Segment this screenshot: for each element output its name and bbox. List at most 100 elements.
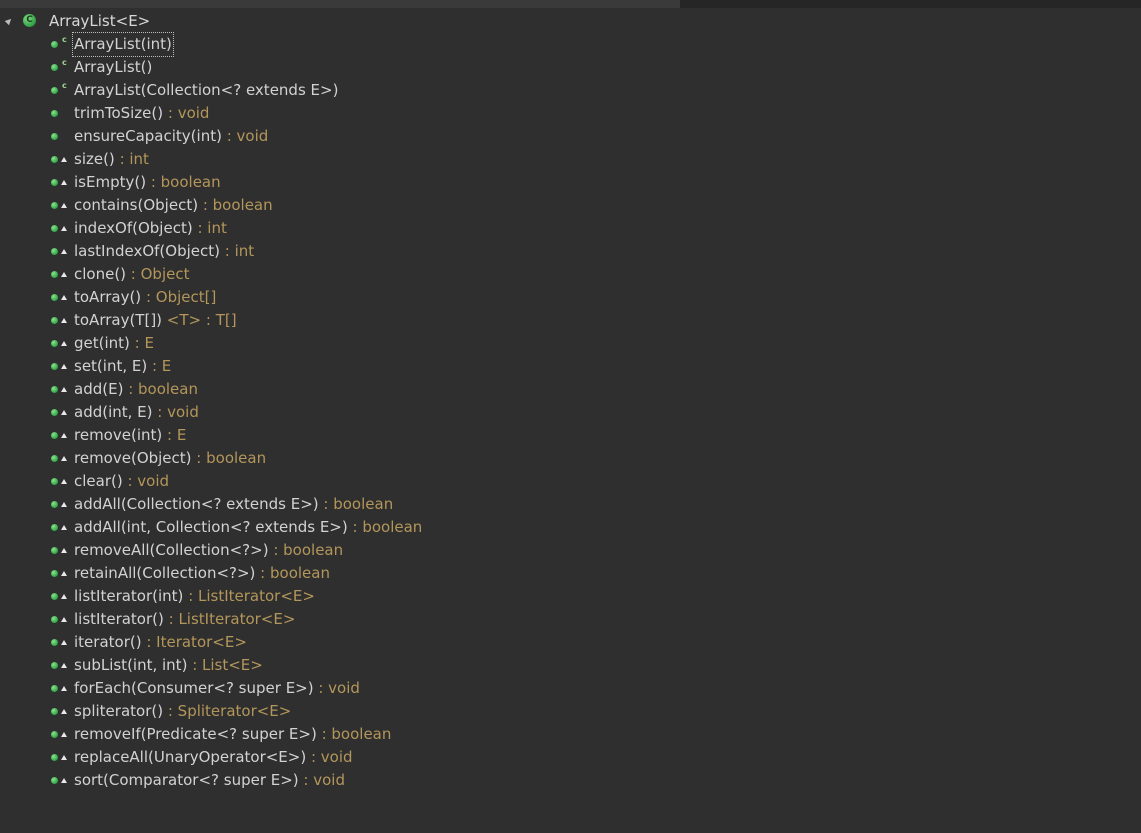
member-name: retainAll(Collection<?>) <box>74 564 256 582</box>
member-signature: spliterator() : Spliterator<E> <box>74 700 291 723</box>
outline-member-row[interactable]: addAll(Collection<? extends E>) : boolea… <box>0 493 1141 516</box>
outline-member-row[interactable]: sort(Comparator<? super E>) : void <box>0 769 1141 792</box>
outline-member-row[interactable]: listIterator() : ListIterator<E> <box>0 608 1141 631</box>
member-return-type: : boolean <box>191 449 267 467</box>
override-marker-icon <box>61 685 68 692</box>
outline-member-row[interactable]: indexOf(Object) : int <box>0 217 1141 240</box>
public-member-icon <box>51 156 58 163</box>
outline-member-row[interactable]: remove(int) : E <box>0 424 1141 447</box>
public-member-icon <box>51 547 58 554</box>
override-marker-icon <box>61 708 68 715</box>
member-signature: get(int) : E <box>74 332 154 355</box>
outline-root-class[interactable]: C ArrayList<E> <box>0 10 1141 33</box>
member-signature: listIterator() : ListIterator<E> <box>74 608 295 631</box>
public-member-icon <box>51 432 58 439</box>
outline-member-row[interactable]: trimToSize() : void <box>0 102 1141 125</box>
member-name: forEach(Consumer<? super E>) <box>74 679 314 697</box>
public-member-icon <box>51 685 58 692</box>
outline-member-row[interactable]: get(int) : E <box>0 332 1141 355</box>
outline-member-row[interactable]: addAll(int, Collection<? extends E>) : b… <box>0 516 1141 539</box>
member-signature: ArrayList(int) <box>72 32 174 57</box>
member-name: iterator() <box>74 633 142 651</box>
outline-member-row[interactable]: toArray() : Object[] <box>0 286 1141 309</box>
public-member-icon <box>51 248 58 255</box>
member-name: lastIndexOf(Object) <box>74 242 220 260</box>
member-signature: remove(int) : E <box>74 424 186 447</box>
public-member-icon <box>51 110 58 117</box>
member-name: isEmpty() <box>74 173 147 191</box>
override-marker-icon <box>61 156 68 163</box>
member-signature: set(int, E) : E <box>74 355 171 378</box>
outline-member-row[interactable]: c ArrayList(Collection<? extends E>) <box>0 79 1141 102</box>
outline-member-row[interactable]: clear() : void <box>0 470 1141 493</box>
member-name: set(int, E) <box>74 357 148 375</box>
outline-member-row[interactable]: toArray(T[]) <T> : T[] <box>0 309 1141 332</box>
override-marker-icon <box>61 547 68 554</box>
public-member-icon <box>51 662 58 669</box>
outline-member-row[interactable]: subList(int, int) : List<E> <box>0 654 1141 677</box>
outline-member-row[interactable]: contains(Object) : boolean <box>0 194 1141 217</box>
outline-member-row[interactable]: add(int, E) : void <box>0 401 1141 424</box>
member-signature: removeIf(Predicate<? super E>) : boolean <box>74 723 391 746</box>
member-name: ensureCapacity(int) <box>74 127 222 145</box>
outline-member-row[interactable]: set(int, E) : E <box>0 355 1141 378</box>
override-marker-icon <box>61 616 68 623</box>
member-name: toArray(T[]) <box>74 311 163 329</box>
public-member-icon <box>51 455 58 462</box>
outline-member-row[interactable]: clone() : Object <box>0 263 1141 286</box>
outline-member-row[interactable]: c ArrayList(int) <box>0 32 1141 57</box>
member-return-type: : int <box>114 150 149 168</box>
member-signature: ArrayList() <box>74 56 152 79</box>
outline-member-row[interactable]: replaceAll(UnaryOperator<E>) : void <box>0 746 1141 769</box>
override-marker-icon <box>61 409 68 416</box>
member-return-type: : boolean <box>198 196 273 214</box>
member-name: clone() <box>74 265 127 283</box>
member-name: indexOf(Object) <box>74 219 193 237</box>
outline-member-row[interactable]: listIterator(int) : ListIterator<E> <box>0 585 1141 608</box>
public-member-icon <box>51 271 58 278</box>
public-member-icon <box>51 524 58 531</box>
member-return-type: : ListIterator<E> <box>183 587 315 605</box>
outline-member-row[interactable]: spliterator() : Spliterator<E> <box>0 700 1141 723</box>
override-marker-icon <box>61 248 68 255</box>
collapse-arrow-icon[interactable] <box>4 16 14 26</box>
public-member-icon <box>51 478 58 485</box>
member-return-type: : ListIterator<E> <box>163 610 296 628</box>
override-marker-icon <box>61 455 68 462</box>
outline-member-row[interactable]: removeAll(Collection<?>) : boolean <box>0 539 1141 562</box>
override-marker-icon <box>61 754 68 761</box>
public-member-icon <box>51 593 58 600</box>
outline-member-row[interactable]: isEmpty() : boolean <box>0 171 1141 194</box>
member-return-type: : int <box>192 219 227 237</box>
override-marker-icon <box>61 570 68 577</box>
member-return-type: : int <box>220 242 255 260</box>
override-marker-icon <box>61 524 68 531</box>
outline-member-row[interactable]: size() : int <box>0 148 1141 171</box>
public-member-icon <box>51 386 58 393</box>
member-signature: size() : int <box>74 148 149 171</box>
member-name: clear() <box>74 472 123 490</box>
member-name: remove(int) <box>74 426 163 444</box>
outline-member-row[interactable]: forEach(Consumer<? super E>) : void <box>0 677 1141 700</box>
member-signature: listIterator(int) : ListIterator<E> <box>74 585 315 608</box>
member-name: contains(Object) <box>74 196 199 214</box>
outline-member-row[interactable]: ensureCapacity(int) : void <box>0 125 1141 148</box>
member-return-type: : void <box>313 679 360 697</box>
member-return-type: : E <box>162 426 187 444</box>
class-name: ArrayList<E> <box>49 12 151 30</box>
outline-member-row[interactable]: remove(Object) : boolean <box>0 447 1141 470</box>
outline-member-row[interactable]: add(E) : boolean <box>0 378 1141 401</box>
member-signature: clone() : Object <box>74 263 189 286</box>
member-return-type: <T> : T[] <box>162 311 237 329</box>
outline-member-row[interactable]: c ArrayList() <box>0 56 1141 79</box>
outline-member-row[interactable]: removeIf(Predicate<? super E>) : boolean <box>0 723 1141 746</box>
outline-member-row[interactable]: retainAll(Collection<?>) : boolean <box>0 562 1141 585</box>
member-name: listIterator() <box>74 610 164 628</box>
outline-member-row[interactable]: lastIndexOf(Object) : int <box>0 240 1141 263</box>
outline-member-row[interactable]: iterator() : Iterator<E> <box>0 631 1141 654</box>
member-signature: retainAll(Collection<?>) : boolean <box>74 562 330 585</box>
public-member-icon <box>51 731 58 738</box>
member-return-type: : void <box>122 472 170 490</box>
member-return-type: : boolean <box>146 173 221 191</box>
outline-tree[interactable]: C ArrayList<E> c ArrayList(int) c ArrayList… <box>0 10 1141 792</box>
